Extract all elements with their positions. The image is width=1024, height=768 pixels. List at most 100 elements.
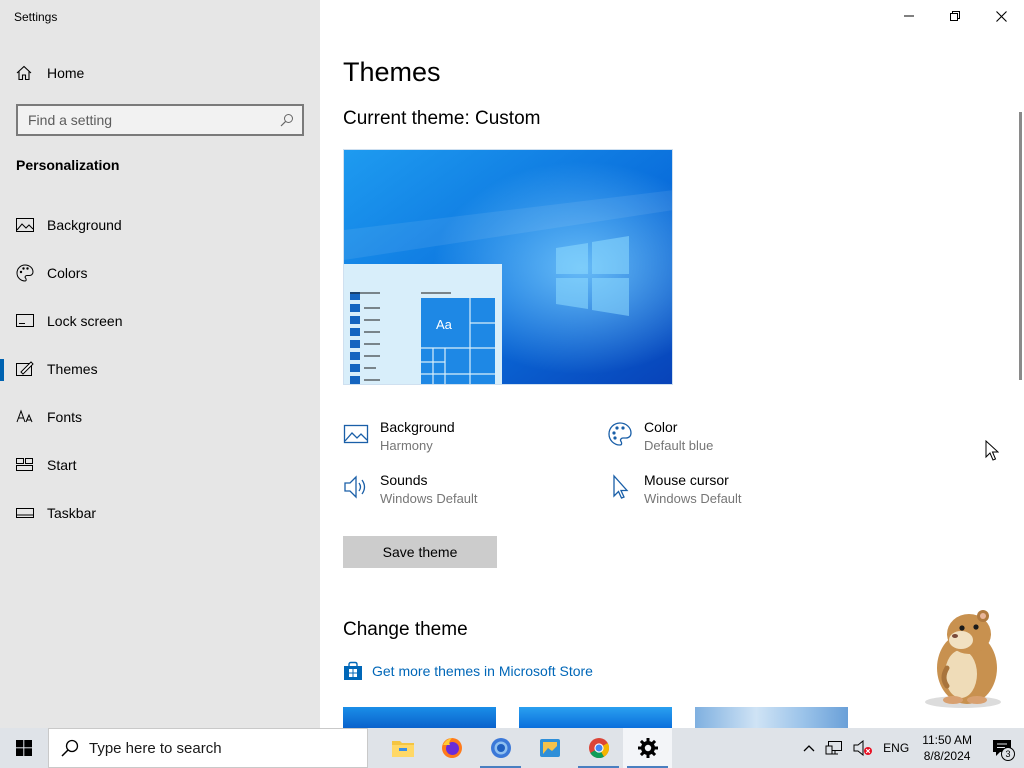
- property-value: Windows Default: [380, 491, 478, 506]
- sidebar-item-label: Colors: [47, 265, 88, 281]
- sidebar-item-label: Start: [47, 457, 77, 473]
- sidebar-item-background[interactable]: Background: [0, 201, 320, 249]
- theme-preview: Aa: [343, 149, 673, 385]
- theme-thumbnail[interactable]: [343, 707, 496, 728]
- current-theme-heading: Current theme: Custom: [343, 108, 541, 129]
- mouse-cursor-icon: [613, 474, 629, 499]
- home-label: Home: [47, 65, 85, 81]
- clock-date: 8/8/2024: [923, 749, 971, 763]
- image-icon: [343, 424, 369, 444]
- volume-button[interactable]: [848, 728, 878, 768]
- photos-icon: [539, 739, 560, 757]
- sidebar-item-label: Background: [47, 217, 122, 233]
- mouse-pointer-icon: [985, 440, 999, 461]
- start-icon: [16, 456, 34, 474]
- taskbar: Type here to search ENG 11:50 AM 8/8/202…: [0, 728, 1024, 768]
- clock[interactable]: 11:50 AM 8/8/2024: [914, 728, 980, 768]
- section-title: Personalization: [16, 157, 120, 173]
- minimize-button[interactable]: [886, 0, 932, 32]
- window-controls: [886, 0, 1024, 32]
- settings-button[interactable]: [623, 728, 672, 768]
- find-setting-input[interactable]: Find a setting: [16, 104, 304, 136]
- close-button[interactable]: [978, 0, 1024, 32]
- property-label: Color: [644, 419, 678, 435]
- chrome-remote-icon: [490, 738, 511, 758]
- palette-icon: [16, 264, 34, 282]
- speaker-icon: [344, 475, 366, 499]
- home-nav-item[interactable]: Home: [16, 62, 84, 84]
- taskbar-search-placeholder: Type here to search: [89, 739, 222, 757]
- sidebar-item-label: Lock screen: [47, 313, 123, 329]
- sounds-property[interactable]: Sounds Windows Default: [343, 470, 478, 508]
- sidebar: Settings Home Find a setting Personaliza…: [0, 0, 320, 728]
- photos-button[interactable]: [525, 728, 574, 768]
- network-icon: [825, 741, 843, 755]
- property-value: Windows Default: [644, 491, 742, 506]
- restore-button[interactable]: [932, 0, 978, 32]
- palette-icon: [608, 422, 632, 446]
- action-center-button[interactable]: 3: [980, 728, 1024, 768]
- settings-icon: [637, 738, 658, 758]
- start-button[interactable]: [0, 728, 48, 768]
- notification-count-badge: 3: [1001, 747, 1015, 761]
- fonts-icon: [16, 408, 34, 426]
- sidebar-item-label: Themes: [47, 361, 98, 377]
- theme-thumbnail[interactable]: [695, 707, 848, 728]
- background-property[interactable]: Background Harmony: [343, 417, 455, 455]
- theme-thumbnails: [343, 707, 848, 728]
- app-title: Settings: [14, 10, 58, 24]
- store-link-label: Get more themes in Microsoft Store: [372, 663, 593, 679]
- property-value: Default blue: [644, 438, 714, 453]
- taskbar-icon: [16, 504, 34, 522]
- hamster-mascot-icon: [925, 610, 1001, 708]
- search-icon: [280, 114, 293, 127]
- page-title: Themes: [343, 57, 441, 87]
- chrome-button[interactable]: [574, 728, 623, 768]
- property-label: Sounds: [380, 472, 428, 488]
- sidebar-item-themes[interactable]: Themes: [0, 345, 320, 393]
- property-label: Mouse cursor: [644, 472, 729, 488]
- color-property[interactable]: Color Default blue: [607, 417, 713, 455]
- image-icon: [16, 216, 34, 234]
- taskbar-search-box[interactable]: Type here to search: [48, 728, 368, 768]
- sidebar-item-label: Taskbar: [47, 505, 97, 521]
- clock-time: 11:50 AM: [922, 733, 972, 747]
- sidebar-item-fonts[interactable]: Fonts: [0, 393, 320, 441]
- mouse-cursor-property[interactable]: Mouse cursor Windows Default: [607, 470, 742, 508]
- sidebar-item-lock-screen[interactable]: Lock screen: [0, 297, 320, 345]
- get-more-themes-link[interactable]: Get more themes in Microsoft Store: [343, 661, 593, 681]
- preview-tile-text: Aa: [436, 317, 453, 332]
- store-icon: [344, 661, 362, 680]
- file-explorer-icon: [391, 741, 414, 757]
- theme-thumbnail[interactable]: [519, 707, 672, 728]
- save-theme-button[interactable]: Save theme: [343, 536, 497, 568]
- language-indicator[interactable]: ENG: [878, 728, 914, 768]
- taskbar-apps: [378, 728, 672, 768]
- windows-logo-icon: [16, 740, 32, 756]
- property-value: Harmony: [380, 438, 433, 453]
- chrome-icon: [588, 738, 609, 759]
- network-button[interactable]: [820, 728, 848, 768]
- search-icon: [61, 739, 79, 757]
- show-hidden-icons-button[interactable]: [798, 728, 820, 768]
- chevron-up-icon: [803, 745, 815, 752]
- restore-icon: [950, 11, 960, 21]
- change-theme-heading: Change theme: [343, 619, 468, 640]
- firefox-icon: [441, 738, 462, 758]
- firefox-button[interactable]: [427, 728, 476, 768]
- chrome-remote-button[interactable]: [476, 728, 525, 768]
- sidebar-item-taskbar[interactable]: Taskbar: [0, 489, 320, 537]
- close-icon: [995, 10, 1007, 22]
- sidebar-item-colors[interactable]: Colors: [0, 249, 320, 297]
- main-content: Themes Current theme: Custom Aa Backgrou…: [320, 0, 1024, 728]
- home-icon: [16, 65, 32, 81]
- minimize-icon: [904, 15, 914, 17]
- system-tray: ENG 11:50 AM 8/8/2024 3: [798, 728, 1024, 768]
- themes-icon: [16, 360, 34, 378]
- volume-muted-icon: [853, 740, 873, 756]
- scrollbar[interactable]: [1019, 112, 1022, 380]
- sidebar-item-label: Fonts: [47, 409, 83, 425]
- search-placeholder: Find a setting: [28, 112, 113, 128]
- sidebar-item-start[interactable]: Start: [0, 441, 320, 489]
- file-explorer-button[interactable]: [378, 728, 427, 768]
